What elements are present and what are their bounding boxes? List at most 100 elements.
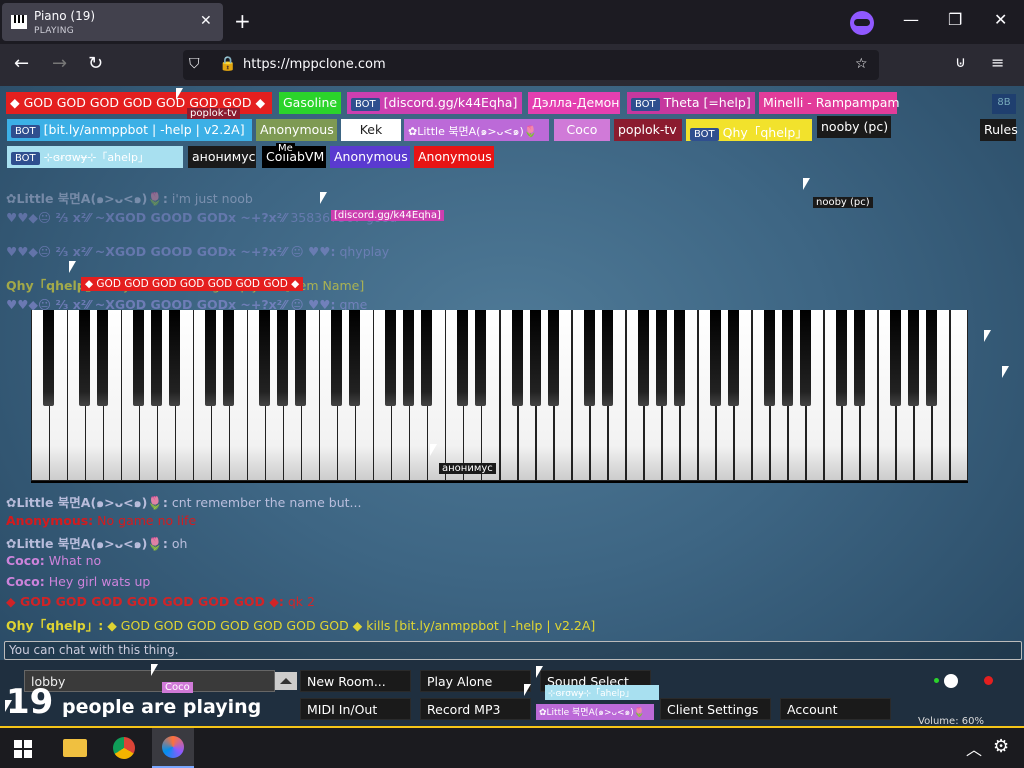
chat-text: cnt remember the name but... xyxy=(171,495,362,510)
black-key[interactable] xyxy=(259,310,271,406)
new-room-button[interactable]: New Room... xyxy=(300,670,411,692)
rules-button[interactable]: Rules xyxy=(980,119,1018,141)
black-key[interactable] xyxy=(601,310,613,406)
black-key[interactable] xyxy=(277,310,289,406)
file-explorer-icon[interactable] xyxy=(63,739,87,757)
black-key[interactable] xyxy=(529,310,541,406)
back-icon[interactable]: ← xyxy=(14,53,29,74)
reload-icon[interactable]: ↻ xyxy=(88,53,103,74)
player-tag[interactable]: BOT Qhy「qhelp」 xyxy=(686,119,812,141)
player-tag[interactable]: Gasoline xyxy=(279,92,341,114)
volume-slider[interactable] xyxy=(912,674,996,688)
pocket-icon[interactable]: ⊍ xyxy=(955,53,966,71)
player-tag[interactable]: BOT ⊹ɞɍσwɏ⊹「ahelp」 xyxy=(7,146,183,168)
black-key[interactable] xyxy=(457,310,469,406)
player-tag[interactable]: Anonymous xyxy=(256,119,337,141)
black-key[interactable] xyxy=(925,310,937,406)
player-tag[interactable]: nooby (pc) xyxy=(817,116,891,138)
remote-cursor xyxy=(524,684,531,696)
chat-text: oh xyxy=(171,536,188,551)
maximize-icon[interactable]: ❐ xyxy=(948,10,962,29)
black-key[interactable] xyxy=(133,310,145,406)
black-key[interactable] xyxy=(331,310,343,406)
player-name: poplok-tv xyxy=(618,122,677,137)
player-tag[interactable]: Minelli - Rampampam xyxy=(759,92,900,114)
player-tag[interactable]: Anonymous xyxy=(414,146,494,168)
room-select[interactable]: lobby xyxy=(24,670,297,692)
black-key[interactable] xyxy=(853,310,865,406)
record-mp3-button[interactable]: Record MP3 xyxy=(420,698,531,720)
black-key[interactable] xyxy=(43,310,55,406)
black-key[interactable] xyxy=(799,310,811,406)
shield-icon[interactable]: ⛉ xyxy=(189,56,200,72)
black-key[interactable] xyxy=(709,310,721,406)
remote-cursor xyxy=(803,178,810,190)
black-key[interactable] xyxy=(547,310,559,406)
bookmark-star-icon[interactable]: ☆ xyxy=(855,56,868,72)
player-name: CollabVM xyxy=(266,149,325,164)
black-key[interactable] xyxy=(907,310,919,406)
player-tag[interactable]: Дэлла-Демон xyxy=(528,92,620,114)
black-key[interactable] xyxy=(295,310,307,406)
white-key[interactable] xyxy=(949,310,969,481)
black-key[interactable] xyxy=(655,310,667,406)
forward-icon[interactable]: → xyxy=(52,53,67,74)
remote-cursor xyxy=(151,664,158,676)
player-tag[interactable]: Anonymous xyxy=(330,146,410,168)
player-tag[interactable]: BOT [discord.gg/k44Eqha] xyxy=(347,92,522,114)
black-key[interactable] xyxy=(511,310,523,406)
player-name: Coco xyxy=(566,122,598,137)
client-settings-button[interactable]: Client Settings xyxy=(660,698,771,720)
minimize-icon[interactable]: — xyxy=(903,10,919,29)
midi-button[interactable]: MIDI In/Out xyxy=(300,698,411,720)
cursor-label-coco: Coco xyxy=(162,682,193,693)
close-tab-icon[interactable]: ✕ xyxy=(200,13,212,29)
chat-text: qhyplay xyxy=(339,244,390,259)
chevron-up-icon[interactable] xyxy=(275,672,297,690)
new-tab-icon[interactable]: + xyxy=(234,9,251,33)
black-key[interactable] xyxy=(205,310,217,406)
black-key[interactable] xyxy=(727,310,739,406)
black-key[interactable] xyxy=(97,310,109,406)
black-key[interactable] xyxy=(583,310,595,406)
black-key[interactable] xyxy=(763,310,775,406)
black-key[interactable] xyxy=(403,310,415,406)
black-key[interactable] xyxy=(223,310,235,406)
black-key[interactable] xyxy=(673,310,685,406)
player-tag[interactable]: анонимус xyxy=(188,146,256,168)
settings-gear-icon[interactable]: ⚙ xyxy=(993,736,1009,757)
black-key[interactable] xyxy=(385,310,397,406)
player-tag[interactable]: BOT [bit.ly/anmppbot | -help | v2.2A] xyxy=(7,119,252,141)
black-key[interactable] xyxy=(151,310,163,406)
play-alone-button[interactable]: Play Alone xyxy=(420,670,531,692)
chat-message: Coco: Hey girl wats up xyxy=(6,574,150,589)
remote-cursor xyxy=(984,330,991,342)
black-key[interactable] xyxy=(889,310,901,406)
volume-knob[interactable] xyxy=(944,674,958,688)
chat-input[interactable]: You can chat with this thing. xyxy=(4,641,1022,660)
black-key[interactable] xyxy=(637,310,649,406)
black-key[interactable] xyxy=(421,310,433,406)
black-key[interactable] xyxy=(349,310,361,406)
chat-author: ♥♥◆😐 ⅔ x²⁄⁄ ~XGOD GOOD GODx ~+?x²⁄⁄ xyxy=(6,210,287,225)
account-button[interactable]: Account xyxy=(780,698,891,720)
black-key[interactable] xyxy=(79,310,91,406)
black-key[interactable] xyxy=(169,310,181,406)
chrome-icon[interactable] xyxy=(113,737,135,759)
black-key[interactable] xyxy=(475,310,487,406)
black-key[interactable] xyxy=(835,310,847,406)
chevron-up-tray-icon[interactable]: ︿ xyxy=(966,736,982,760)
tab-piano[interactable]: Piano (19) PLAYING ✕ xyxy=(2,3,223,41)
piano-keyboard[interactable] xyxy=(31,310,969,483)
black-key[interactable] xyxy=(781,310,793,406)
player-tag[interactable]: poplok-tv xyxy=(614,119,682,141)
player-tag[interactable]: ✿Little 북면A(๑>ᴗ<๑)🌷 xyxy=(404,119,549,141)
player-tag[interactable]: BOT Theta [=help] xyxy=(627,92,755,114)
window-close-icon[interactable]: ✕ xyxy=(994,10,1007,29)
firefox-icon[interactable] xyxy=(152,728,194,768)
player-tag[interactable]: Kek xyxy=(341,119,401,141)
player-tag[interactable]: Coco xyxy=(554,119,610,141)
menu-icon[interactable]: ≡ xyxy=(991,53,1004,72)
windows-start-icon[interactable] xyxy=(14,740,32,758)
address-bar[interactable]: ⛉ 🔒 https://mppclone.com ☆ xyxy=(183,50,879,80)
